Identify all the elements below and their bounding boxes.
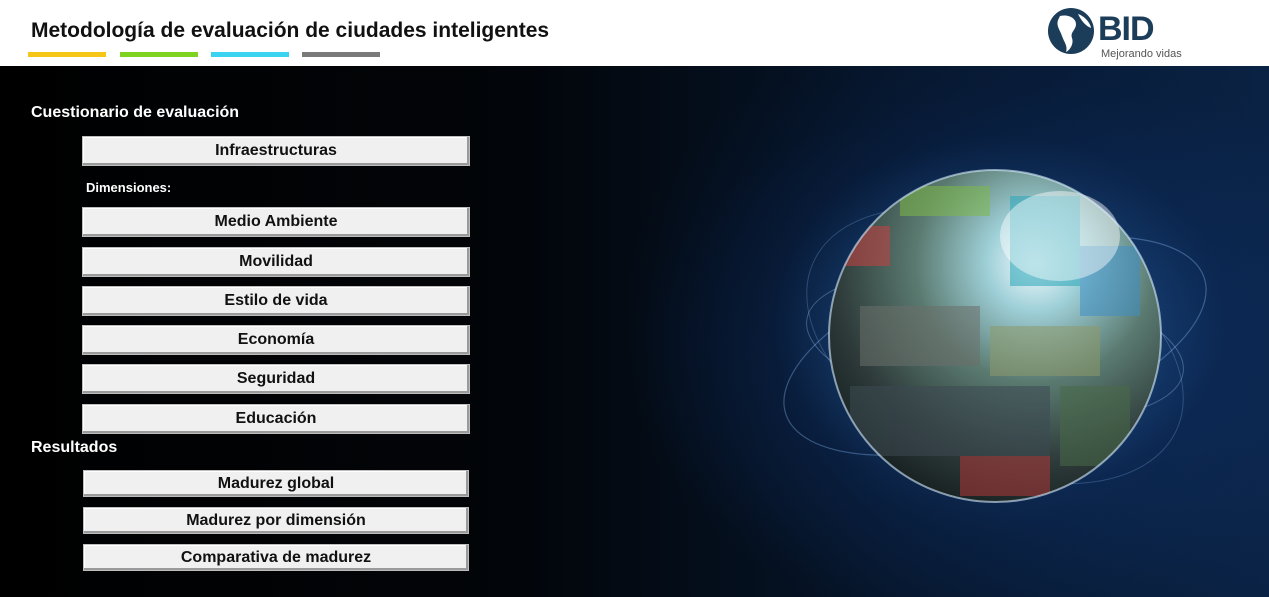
smart-city-globe-image xyxy=(760,141,1230,541)
dimension-button-estilo-de-vida[interactable]: Estilo de vida xyxy=(82,286,470,316)
accent-bar-gray xyxy=(302,52,380,57)
comparativa-de-madurez-button[interactable]: Comparativa de madurez xyxy=(83,544,469,571)
dimensions-label: Dimensiones: xyxy=(86,180,172,195)
dimension-button-seguridad[interactable]: Seguridad xyxy=(82,364,470,394)
page-title: Metodología de evaluación de ciudades in… xyxy=(31,19,550,42)
dimension-button-economia[interactable]: Economía xyxy=(82,325,470,355)
madurez-por-dimension-button[interactable]: Madurez por dimensión xyxy=(83,507,469,534)
main-panel: Cuestionario de evaluación Infraestructu… xyxy=(0,66,1269,597)
logo-text: BID xyxy=(1098,10,1155,48)
questionnaire-title: Cuestionario de evaluación xyxy=(31,104,240,121)
infraestructuras-button[interactable]: Infraestructuras xyxy=(82,136,470,166)
accent-bar-cyan xyxy=(211,52,289,57)
bid-logo: BID Mejorando vidas xyxy=(1046,6,1206,62)
dimension-button-educacion[interactable]: Educación xyxy=(82,404,470,434)
dimension-button-movilidad[interactable]: Movilidad xyxy=(82,247,470,277)
dimension-button-medio-ambiente[interactable]: Medio Ambiente xyxy=(82,207,470,237)
logo-tagline: Mejorando vidas xyxy=(1101,48,1182,60)
madurez-global-button[interactable]: Madurez global xyxy=(83,470,469,497)
header: Metodología de evaluación de ciudades in… xyxy=(0,0,1269,66)
accent-bar-yellow xyxy=(28,52,106,57)
bid-globe-icon xyxy=(1048,8,1094,54)
accent-bar-green xyxy=(120,52,198,57)
results-title: Resultados xyxy=(31,439,118,456)
